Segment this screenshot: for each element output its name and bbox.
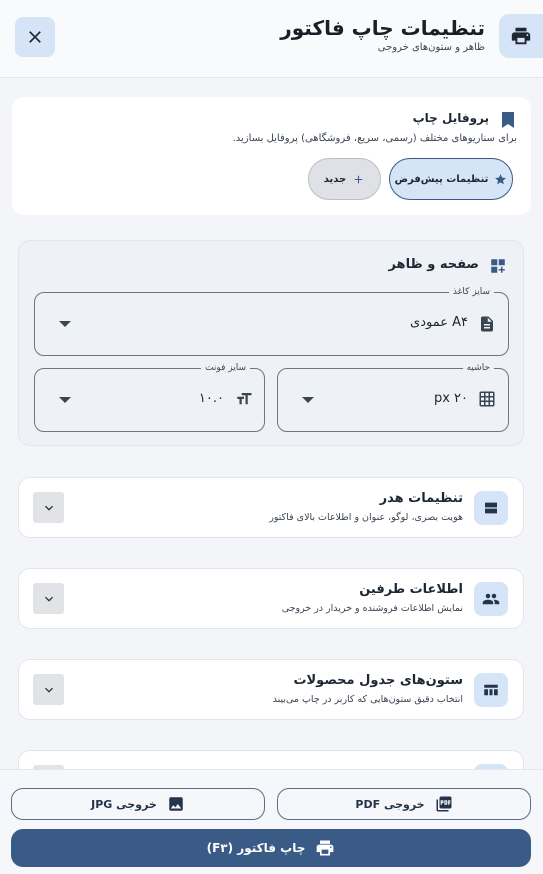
- printer-icon: [499, 14, 543, 58]
- font-size-select[interactable]: سایز فونت ۱۰.۰: [34, 362, 265, 432]
- margin-select[interactable]: حاشیه px ۲۰: [277, 362, 509, 432]
- grid-icon: [478, 390, 496, 408]
- chevron-down-icon: [59, 321, 71, 327]
- profile-title: پروفایل چاپ: [412, 111, 489, 125]
- pdf-icon: [436, 796, 452, 812]
- accordion-title: تنظیمات هدر: [379, 491, 463, 506]
- margin-label: حاشیه: [462, 362, 494, 374]
- accordion-subtitle: هویت بصری، لوگو، عنوان و اطلاعات بالای ف…: [269, 512, 463, 523]
- print-profile-card: پروفایل چاپ برای سناریوهای مختلف (رسمی، …: [12, 97, 531, 215]
- paper-size-select[interactable]: سایز کاغذ A۴ عمودی: [34, 286, 509, 356]
- accordion-parties-info[interactable]: اطلاعات طرفین نمایش اطلاعات فروشنده و خر…: [18, 568, 524, 629]
- paper-size-label: سایز کاغذ: [448, 286, 494, 298]
- image-icon: [169, 797, 183, 811]
- margin-value: px ۲۰: [433, 391, 468, 406]
- page-appearance-card: صفحه و ظاهر سایز کاغذ A۴ عمودی حاشیه px …: [18, 240, 524, 446]
- accordion-title: ستون‌های جدول محصولات: [293, 673, 463, 688]
- action-footer: خروجی PDF خروجی JPG چاپ فاکتور (F۳): [0, 769, 543, 874]
- profile-description: برای سناریوهای مختلف (رسمی، سریع، فروشگا…: [232, 133, 517, 144]
- table-columns-icon: [474, 673, 508, 707]
- export-pdf-button[interactable]: خروجی PDF: [277, 788, 531, 820]
- font-size-label: سایز فونت: [201, 362, 250, 374]
- expand-toggle[interactable]: [33, 583, 64, 614]
- document-icon: [478, 314, 496, 334]
- accordion-header-settings[interactable]: تنظیمات هدر هویت بصری، لوگو، عنوان و اطل…: [18, 477, 524, 538]
- section-title: صفحه و ظاهر: [388, 257, 479, 272]
- print-invoice-label: چاپ فاکتور (F۳): [206, 841, 306, 855]
- print-invoice-button[interactable]: چاپ فاکتور (F۳): [11, 829, 531, 867]
- default-settings-label: تنظیمات پیش‌فرض: [394, 173, 489, 185]
- paper-size-value: A۴ عمودی: [410, 315, 468, 330]
- chevron-down-icon: [302, 397, 314, 403]
- close-button[interactable]: [15, 17, 55, 57]
- chevron-down-icon: [59, 397, 71, 403]
- export-jpg-label: خروجی JPG: [91, 797, 157, 811]
- close-icon: [29, 31, 41, 43]
- expand-toggle[interactable]: [33, 674, 64, 705]
- default-settings-button[interactable]: تنظیمات پیش‌فرض: [389, 158, 513, 200]
- export-pdf-label: خروجی PDF: [355, 797, 425, 811]
- accordion-product-columns[interactable]: ستون‌های جدول محصولات انتخاب دقیق ستون‌ه…: [18, 659, 524, 720]
- app-header: تنظیمات چاپ فاکتور ظاهر و ستون‌های خروجی: [0, 0, 543, 78]
- dashboard-add-icon: [489, 257, 507, 275]
- people-icon: [474, 582, 508, 616]
- page-title: تنظیمات چاپ فاکتور: [280, 16, 485, 40]
- accordion-subtitle: نمایش اطلاعات فروشنده و خریدار در خروجی: [281, 603, 463, 614]
- plus-icon: [354, 175, 363, 183]
- chevron-down-icon: [44, 687, 53, 693]
- accordion-subtitle: انتخاب دقیق ستون‌هایی که کاربر در چاپ می…: [272, 694, 463, 705]
- star-icon: [495, 173, 507, 184]
- new-profile-label: جدید: [323, 173, 347, 185]
- page-subtitle: ظاهر و ستون‌های خروجی: [377, 42, 485, 53]
- expand-toggle[interactable]: [33, 492, 64, 523]
- chevron-down-icon: [44, 505, 53, 511]
- new-profile-button[interactable]: جدید: [308, 158, 381, 200]
- text-size-icon: [234, 390, 254, 408]
- chevron-down-icon: [44, 596, 53, 602]
- printer-icon: [317, 840, 334, 856]
- bookmark-icon: [501, 112, 515, 128]
- font-size-value: ۱۰.۰: [198, 391, 224, 406]
- accordion-title: اطلاعات طرفین: [359, 582, 463, 597]
- header-layout-icon: [474, 491, 508, 525]
- export-jpg-button[interactable]: خروجی JPG: [11, 788, 265, 820]
